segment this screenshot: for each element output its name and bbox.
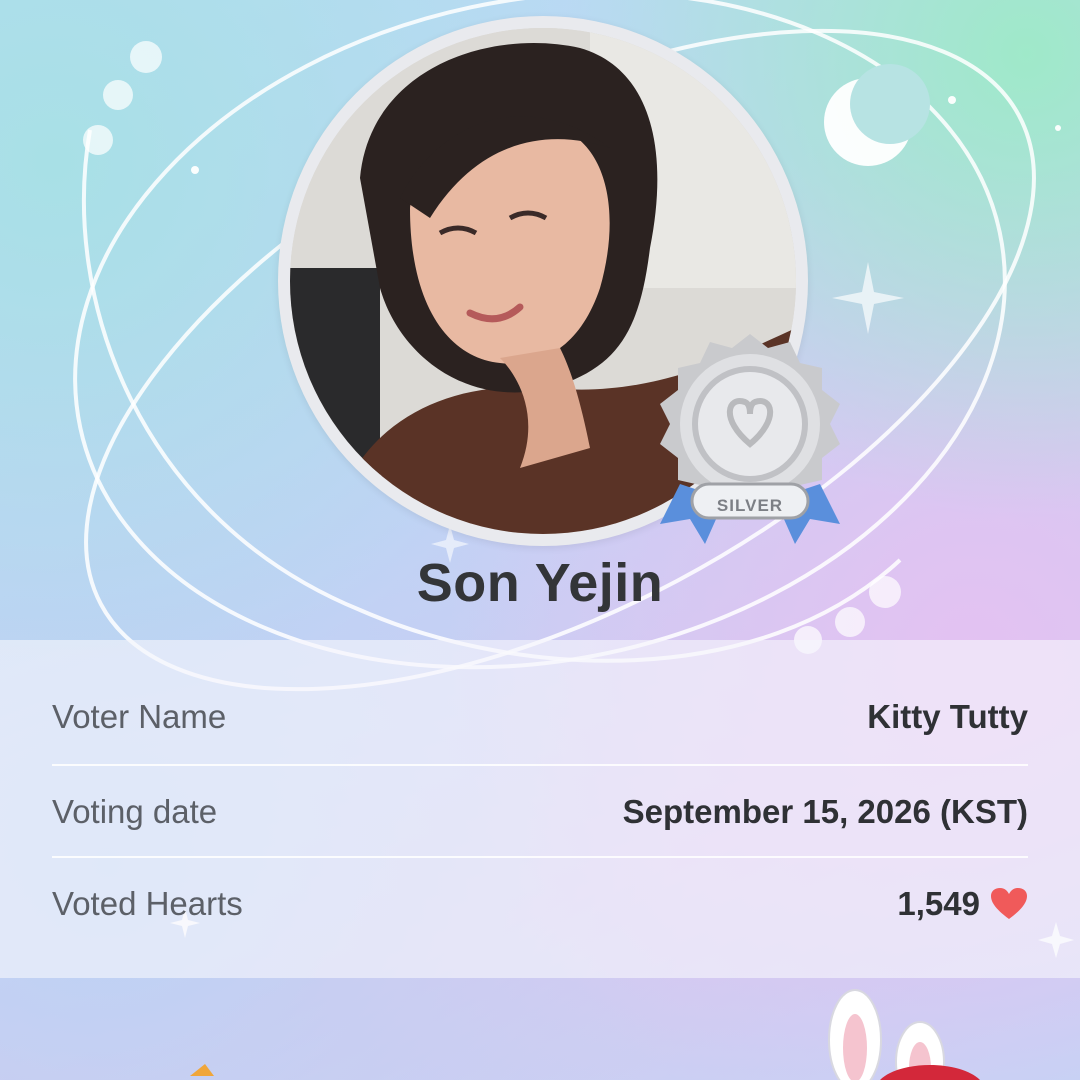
crescent-moon-icon xyxy=(824,64,930,166)
voted-hearts-value: 1,549 xyxy=(897,885,980,922)
voter-name-row: Voter Name Kitty Tutty xyxy=(52,672,1028,762)
vote-details-panel: Voter Name Kitty Tutty Voting date Septe… xyxy=(0,640,1080,978)
voting-date-label: Voting date xyxy=(52,793,218,830)
voter-name-value: Kitty Tutty xyxy=(867,698,1028,735)
voted-hearts-value-group: 1,549 xyxy=(897,885,1028,923)
voting-date-value: September 15, 2026 (KST) xyxy=(622,793,1028,830)
voted-hearts-row: Voted Hearts 1,549 xyxy=(52,856,1028,950)
voting-date-row: Voting date September 15, 2026 (KST) xyxy=(52,764,1028,858)
idol-name: Son Yejin xyxy=(416,553,664,613)
badge-label: SILVER xyxy=(716,496,784,515)
voted-hearts-label: Voted Hearts xyxy=(52,885,243,922)
silver-medal-icon xyxy=(660,334,840,544)
voter-name-label: Voter Name xyxy=(52,698,227,735)
sparkle-star-icon xyxy=(832,262,904,334)
heart-icon xyxy=(991,888,1027,919)
bunny-mascot-icon xyxy=(828,989,980,1080)
bottom-decoration xyxy=(190,989,980,1080)
